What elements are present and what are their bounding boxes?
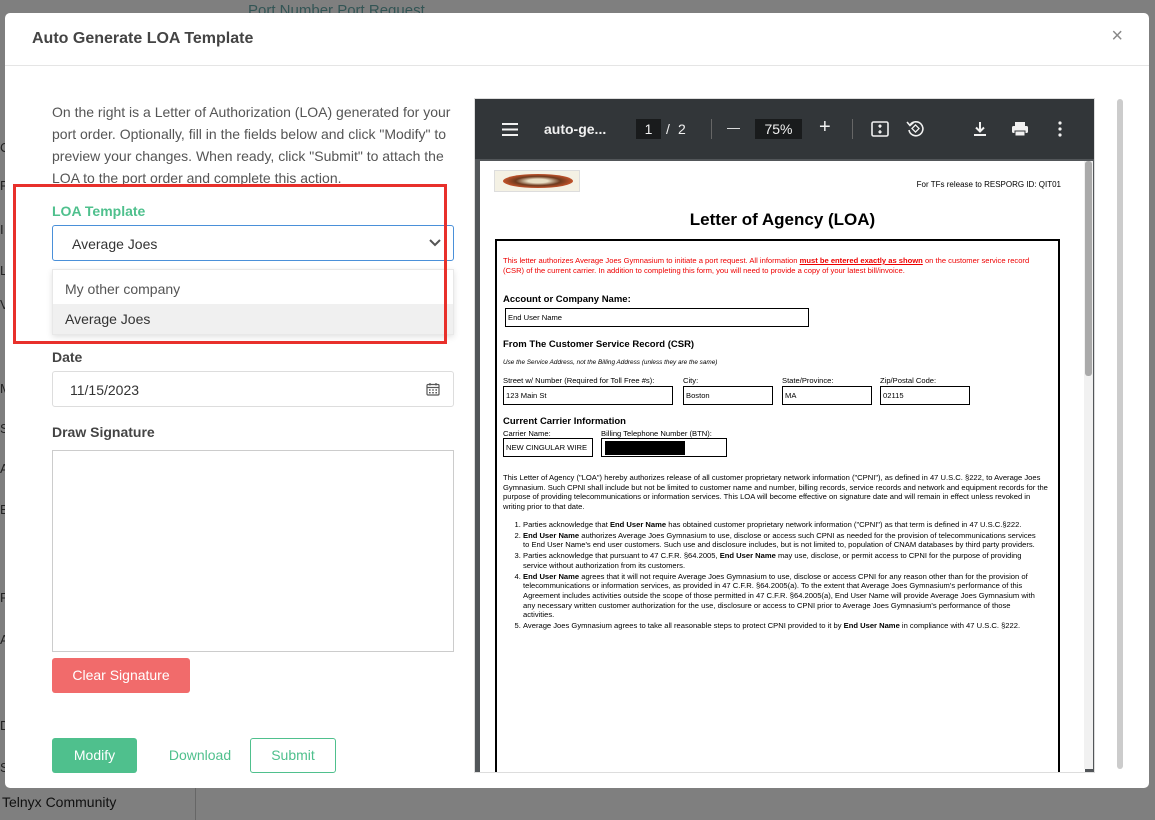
zip-label: Zip/Postal Code: — [880, 376, 937, 385]
toolbar-divider — [711, 119, 712, 139]
term-text: authorizes Average Joes Gymnasium to use… — [523, 530, 1036, 550]
date-input[interactable]: 11/15/2023 — [52, 371, 454, 407]
agreement-terms-list: Parties acknowledge that End User Name h… — [509, 520, 1039, 632]
pdf-toolbar: auto-ge... 1 / 2 — 75% + — [475, 99, 1094, 159]
signature-canvas[interactable] — [52, 450, 454, 652]
authorization-text: This letter authorizes Average Joes Gymn… — [503, 256, 1043, 275]
agreement-term: End User Name authorizes Average Joes Gy… — [523, 531, 1039, 550]
clear-signature-button[interactable]: Clear Signature — [52, 658, 190, 693]
term-party: End User Name — [719, 551, 776, 561]
term-party: End User Name — [609, 520, 667, 529]
close-icon[interactable]: × — [1111, 25, 1123, 48]
rotate-icon[interactable] — [906, 119, 925, 138]
menu-icon[interactable] — [502, 123, 518, 136]
date-label: Date — [52, 349, 83, 365]
term-text: has obtained customer proprietary networ… — [666, 520, 1022, 529]
zoom-out-icon[interactable]: — — [727, 120, 740, 135]
modify-button[interactable]: Modify — [52, 738, 137, 773]
carrier-heading: Current Carrier Information — [503, 416, 626, 427]
company-logo — [494, 170, 580, 192]
agreement-term: Parties acknowledge that End User Name h… — [523, 520, 1039, 530]
state-label: State/Province: — [782, 376, 834, 385]
annotation-highlight-box — [13, 184, 447, 344]
pdf-filename: auto-ge... — [544, 121, 607, 137]
state-field: MA — [782, 386, 872, 405]
download-link[interactable]: Download — [160, 738, 240, 773]
loa-modal: Auto Generate LOA Template × On the righ… — [5, 13, 1149, 788]
pdf-scrollbar-thumb[interactable] — [1085, 161, 1092, 376]
zoom-input[interactable]: 75% — [755, 119, 802, 139]
pdf-page: For TFs release to RESPORG ID: QIT01 Let… — [480, 161, 1085, 772]
auth-text-emphasis: must be entered exactly as shown — [799, 256, 923, 265]
modal-title: Auto Generate LOA Template — [32, 30, 254, 47]
print-icon[interactable] — [1011, 121, 1029, 137]
date-value: 11/15/2023 — [70, 382, 140, 398]
term-text: Parties acknowledge that — [523, 520, 610, 529]
more-vertical-icon[interactable] — [1057, 121, 1063, 137]
term-text: Average Joes Gymnasium agrees to take al… — [523, 621, 844, 631]
loa-form-frame: This letter authorizes Average Joes Gymn… — [495, 239, 1060, 772]
fit-page-icon[interactable] — [871, 121, 889, 137]
modal-scrollbar[interactable] — [1117, 99, 1123, 769]
street-label: Street w/ Number (Required for Toll Free… — [503, 376, 655, 385]
agreement-term: End User Name agrees that it will not re… — [523, 572, 1039, 621]
page-number-input[interactable]: 1 — [636, 119, 661, 139]
page-total: 2 — [678, 121, 686, 137]
redacted-btn — [605, 441, 685, 455]
logo-emblem — [503, 174, 573, 188]
download-icon[interactable] — [972, 121, 988, 137]
csr-heading: From The Customer Service Record (CSR) — [503, 339, 695, 350]
pdf-viewer: auto-ge... 1 / 2 — 75% + For TFs release… — [474, 98, 1095, 773]
zoom-in-icon[interactable]: + — [819, 116, 831, 139]
calendar-icon[interactable] — [426, 382, 440, 396]
agency-paragraph: This Letter of Agency ("LOA") hereby aut… — [503, 473, 1048, 512]
term-party: End User Name — [523, 571, 580, 581]
csr-note: Use the Service Address, not the Billing… — [503, 359, 718, 366]
term-text: Parties acknowledge that pursuant to 47 … — [523, 551, 720, 561]
modal-header: Auto Generate LOA Template × — [5, 13, 1149, 66]
term-text: agrees that it will not require Average … — [523, 571, 1035, 620]
city-field: Boston — [683, 386, 773, 405]
agreement-term: Average Joes Gymnasium agrees to take al… — [523, 621, 1039, 631]
term-party: End User Name — [843, 621, 900, 631]
term-party: End User Name — [523, 530, 580, 540]
street-field: 123 Main St — [503, 386, 673, 405]
signature-label: Draw Signature — [52, 424, 155, 440]
btn-label: Billing Telephone Number (BTN): — [601, 429, 712, 438]
page-separator: / — [666, 121, 670, 137]
resporg-note: For TFs release to RESPORG ID: QIT01 — [916, 180, 1061, 189]
auth-text-part: This letter authorizes Average Joes Gymn… — [503, 256, 800, 265]
account-field: End User Name — [505, 308, 809, 327]
agreement-term: Parties acknowledge that pursuant to 47 … — [523, 551, 1039, 570]
carrier-name-label: Carrier Name: — [503, 429, 551, 438]
city-label: City: — [683, 376, 699, 385]
toolbar-divider — [852, 119, 853, 139]
submit-button[interactable]: Submit — [250, 738, 336, 773]
loa-heading: Letter of Agency (LOA) — [689, 210, 876, 229]
term-text: in compliance with 47 U.S.C. §222. — [899, 621, 1021, 631]
carrier-name-field: NEW CINGULAR WIRE — [503, 438, 593, 457]
intro-text: On the right is a Letter of Authorizatio… — [52, 104, 451, 186]
zip-field: 02115 — [880, 386, 970, 405]
account-label: Account or Company Name: — [503, 294, 631, 305]
